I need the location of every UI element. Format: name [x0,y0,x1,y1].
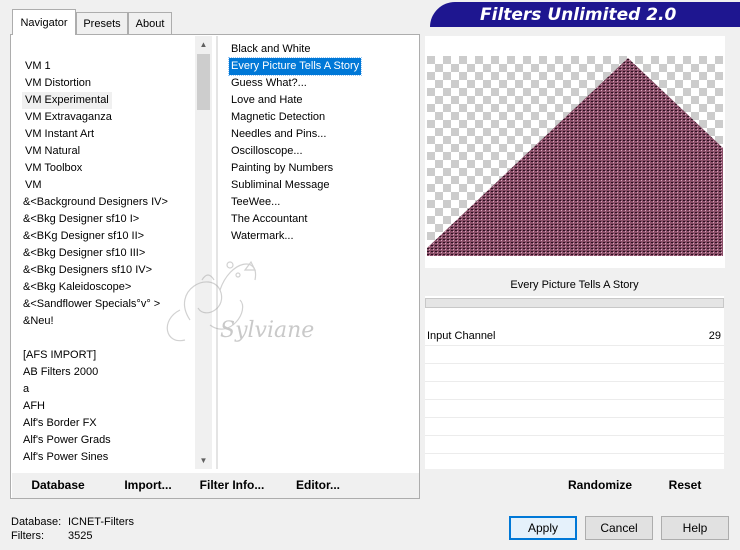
help-button-label: Help [682,521,708,535]
filter-info-button-label: Filter Info... [199,478,265,492]
reset-button-label: Reset [668,478,702,492]
category-item[interactable]: &<Bkg Designers sf10 IV> [20,262,155,279]
scroll-up-icon[interactable]: ▲ [195,36,212,53]
import-button[interactable]: Import... [110,473,186,498]
param-row-empty [425,400,724,418]
filter-item[interactable]: Subliminal Message [229,177,331,194]
parameter-panel: Input Channel 29 [425,296,724,469]
filter-item[interactable]: Painting by Numbers [229,160,335,177]
category-item[interactable]: &<Bkg Designer sf10 I> [20,211,142,228]
category-item[interactable]: VM Distortion [22,75,94,92]
filter-item[interactable]: Oscilloscope... [229,143,305,160]
category-item[interactable]: VM Natural [22,143,83,160]
apply-button[interactable]: Apply [509,516,577,540]
category-item[interactable]: &<Background Designers IV> [20,194,171,211]
filter-item[interactable]: Magnetic Detection [229,109,327,126]
tab-about[interactable]: About [128,12,172,34]
category-item[interactable]: AFH [20,398,48,415]
param-row-input-channel[interactable]: Input Channel 29 [425,328,724,346]
app-title: Filters Unlimited 2.0 [480,4,677,25]
randomize-button-label: Randomize [567,478,632,492]
preview-button-bar: Randomize Reset [425,473,724,498]
status-database-value: ICNET-Filters [68,516,134,528]
watermark-flourish: Sylviane [150,250,314,383]
status-filters-value: 3525 [68,530,93,542]
filter-item[interactable]: Guess What?... [229,75,309,92]
category-item[interactable]: &Neu! [20,313,57,330]
scroll-down-icon[interactable]: ▼ [195,452,212,469]
filter-item[interactable]: Needles and Pins... [229,126,328,143]
category-item[interactable]: Alf's Power Toys [20,466,106,469]
filter-info-button[interactable]: Filter Info... [194,473,270,498]
navigator-button-bar: Database Import... Filter Info... Editor… [12,473,419,498]
preview-image [427,56,723,256]
filter-item[interactable]: Love and Hate [229,92,305,109]
import-button-label: Import... [124,478,172,492]
param-row-empty [425,382,724,400]
filter-item[interactable]: Black and White [229,41,312,58]
category-item[interactable]: Alf's Border FX [20,415,100,432]
param-row-empty [425,436,724,454]
watermark-text: Sylviane [220,318,315,343]
tab-presets-label: Presets [83,17,121,30]
tab-about-label: About [135,17,165,30]
cancel-button-label: Cancel [600,521,638,535]
category-item[interactable]: VM Extravaganza [22,109,115,126]
filter-item[interactable]: Watermark... [229,228,296,245]
filter-item[interactable]: Every Picture Tells A Story [227,57,363,76]
status-filters-label: Filters: [11,530,44,542]
param-value[interactable]: 29 [709,330,721,342]
tab-navigator-label: Navigator [20,16,68,29]
filter-item[interactable]: TeeWee... [229,194,282,211]
category-item[interactable]: &<Bkg Kaleidoscope> [20,279,134,296]
category-item[interactable]: &<BKg Designer sf10 II> [20,228,147,245]
category-item[interactable]: a [20,381,32,398]
status-database-label: Database: [11,516,62,528]
category-item[interactable] [20,330,26,347]
cancel-button[interactable]: Cancel [585,516,653,540]
param-row-empty [425,418,724,436]
category-item[interactable]: VM Toolbox [22,160,85,177]
selected-filter-title-text: Every Picture Tells A Story [510,279,639,291]
category-item[interactable]: &<Sandflower Specials°v° > [20,296,163,313]
reset-button[interactable]: Reset [655,473,715,498]
database-button[interactable]: Database [20,473,96,498]
selected-filter-title: Every Picture Tells A Story [425,274,724,296]
category-item[interactable]: AB Filters 2000 [20,364,101,381]
editor-button-label: Editor... [295,478,340,492]
category-item[interactable]: &<Bkg Designer sf10 III> [20,245,148,262]
param-label: Input Channel [427,330,496,342]
app-title-banner: Filters Unlimited 2.0 [430,2,740,27]
editor-button[interactable]: Editor... [280,473,356,498]
param-row-empty [425,364,724,382]
tab-presets[interactable]: Presets [76,12,128,34]
help-button[interactable]: Help [661,516,729,540]
parameter-header-bar [425,298,724,308]
category-item[interactable]: VM 1 [22,58,54,75]
category-item[interactable]: Alf's Power Sines [20,449,111,466]
filter-item[interactable]: The Accountant [229,211,309,228]
preview-area [425,36,725,268]
param-row-empty [425,346,724,364]
category-item[interactable]: VM Experimental [22,92,112,109]
tab-navigator[interactable]: Navigator [12,9,76,35]
category-item[interactable]: Alf's Power Grads [20,432,114,449]
category-item[interactable]: [AFS IMPORT] [20,347,99,364]
randomize-button[interactable]: Randomize [555,473,645,498]
database-button-label: Database [31,478,85,492]
category-item[interactable]: VM Instant Art [22,126,97,143]
scrollbar-thumb[interactable] [197,54,210,110]
category-item[interactable]: VM [22,177,45,194]
apply-button-label: Apply [527,521,559,535]
